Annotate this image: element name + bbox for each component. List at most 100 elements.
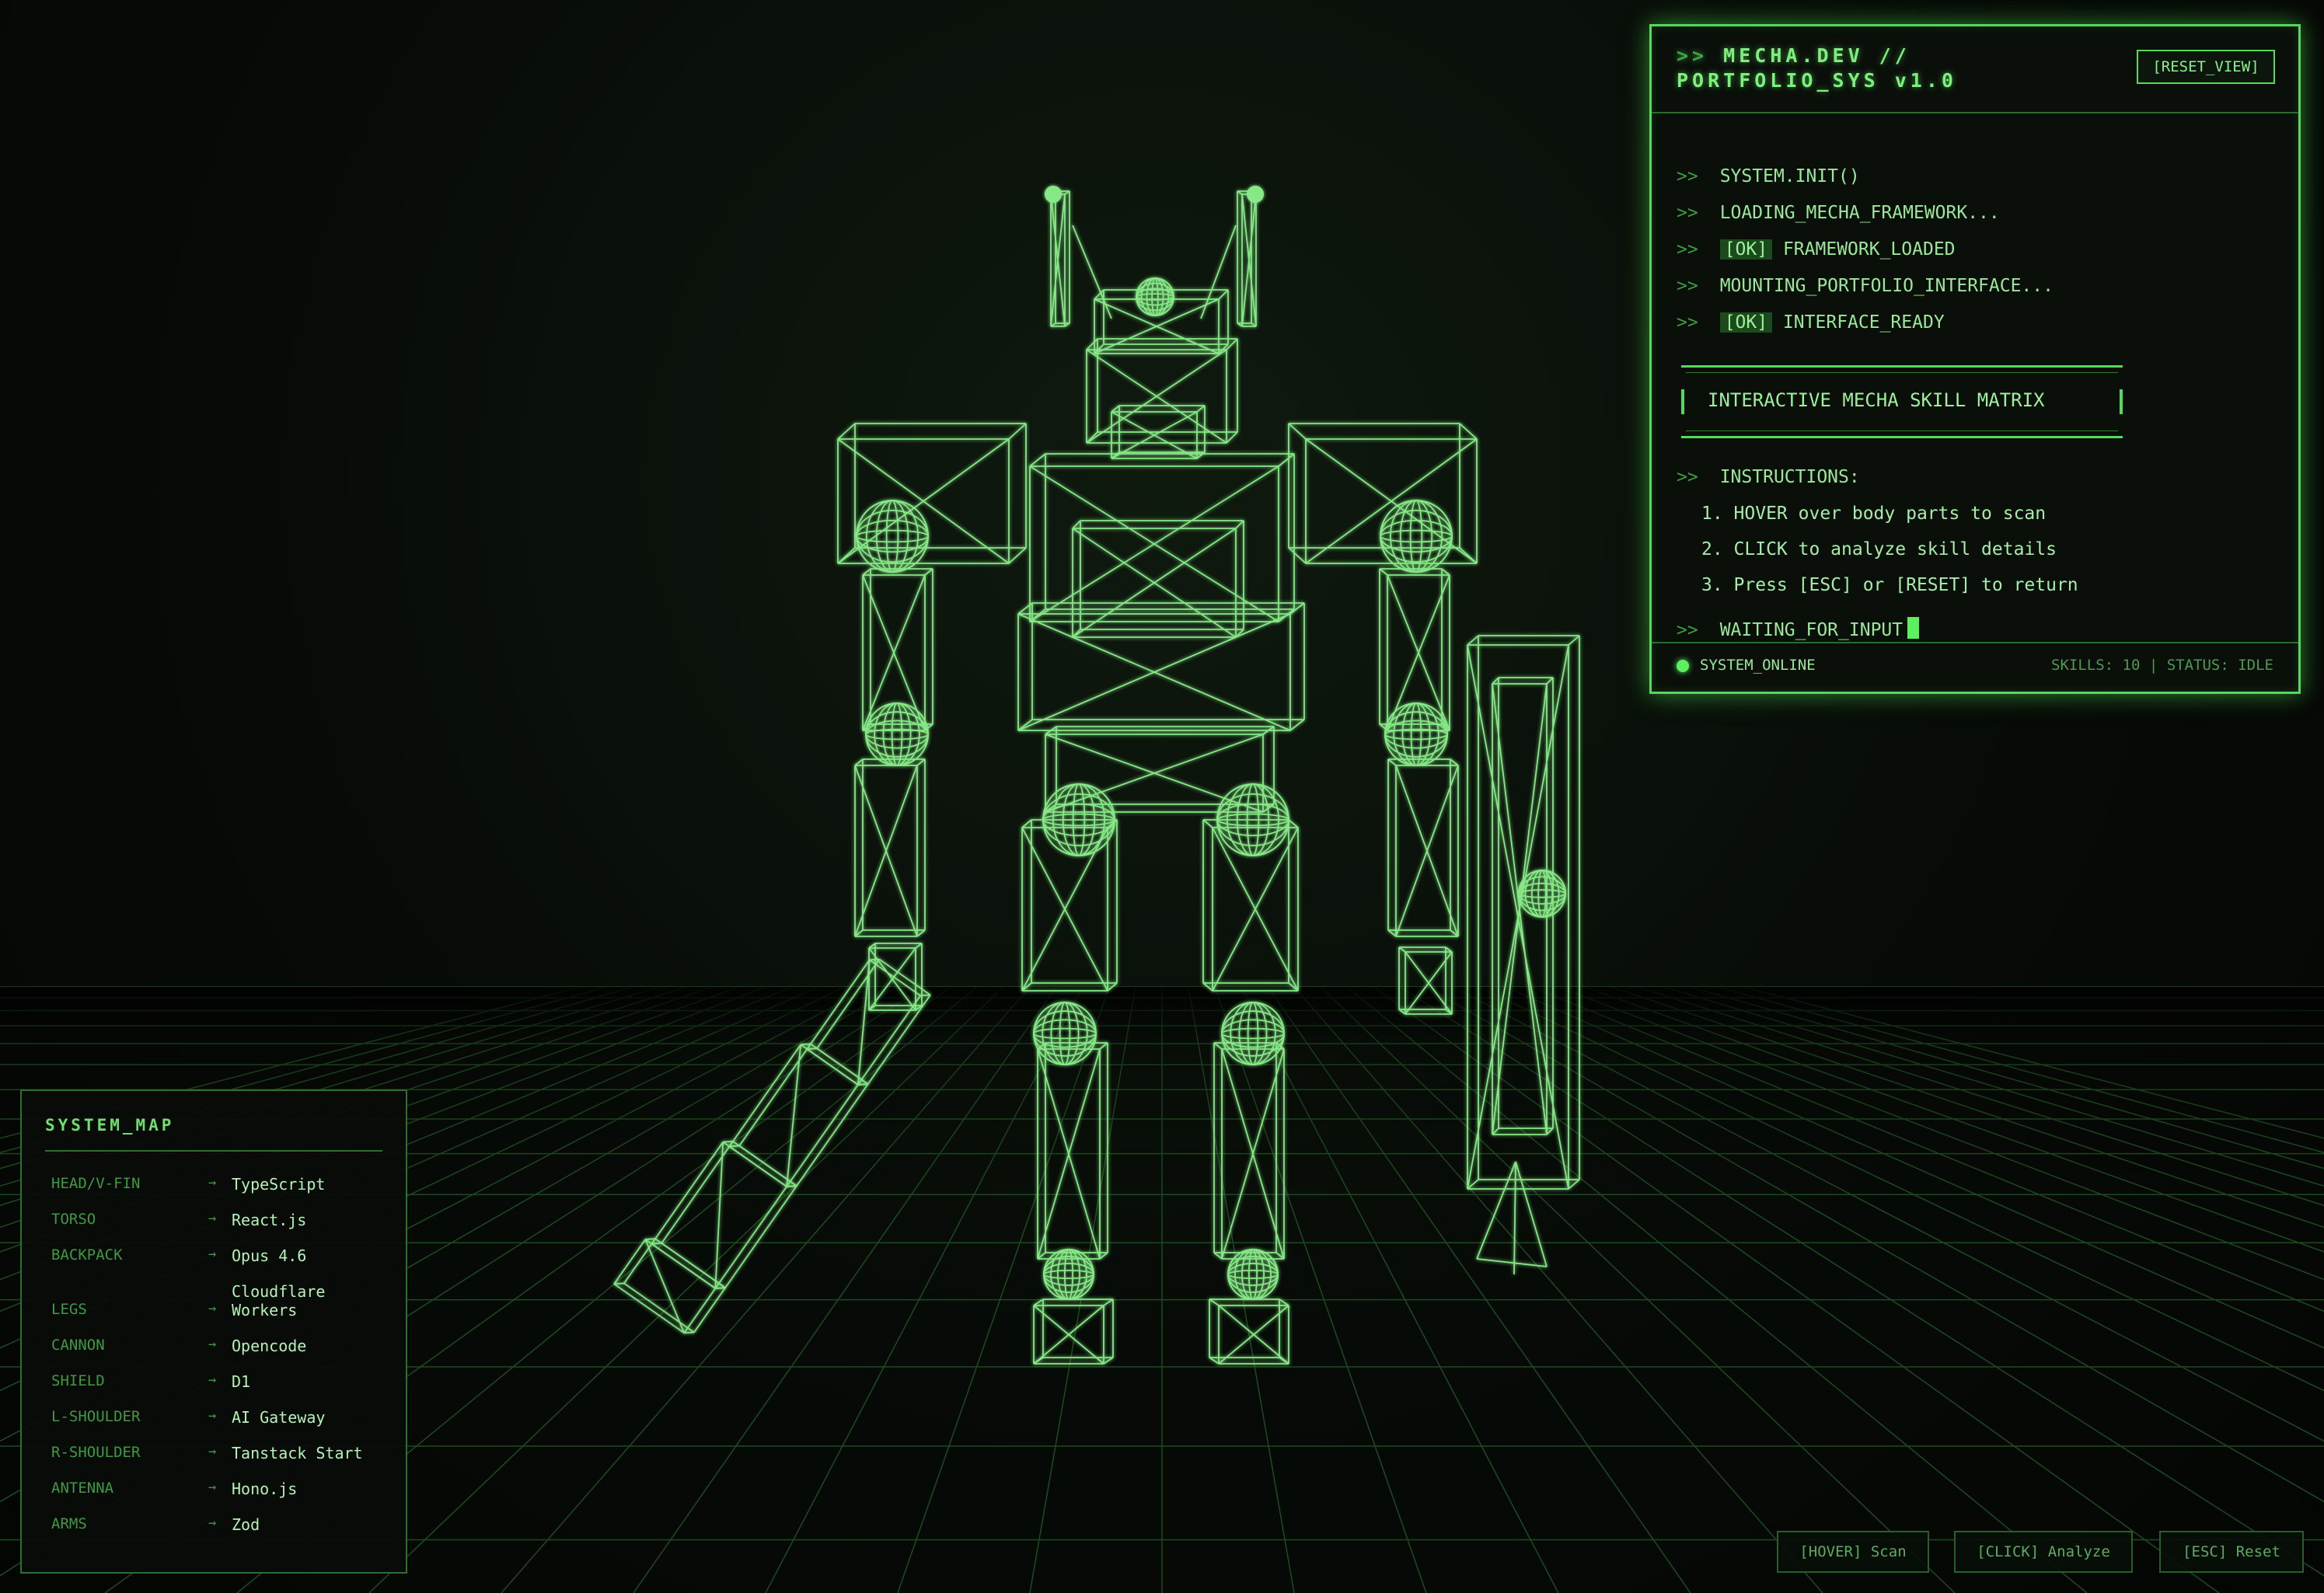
log-prompt: >> (1677, 203, 1698, 223)
joint-ring (1399, 500, 1433, 573)
log-text: FRAMEWORK_LOADED (1782, 239, 1956, 260)
torso-upper[interactable] (1029, 453, 1295, 622)
wire-line (1111, 405, 1120, 413)
arrow-right-icon: → (208, 1246, 217, 1262)
log-prompt: >> (1677, 276, 1698, 296)
log-line: >> MOUNTING_PORTFOLIO_INTERFACE... (1677, 274, 2054, 298)
system-online-status: SYSTEM_ONLINE (1700, 657, 1816, 674)
log-line: >> LOADING_MECHA_FRAMEWORK... (1677, 201, 2000, 225)
hover-scan-hint[interactable]: [HOVER] Scan (1777, 1531, 1929, 1573)
wire-line (1213, 1252, 1223, 1260)
log-line: >> [OK] FRAMEWORK_LOADED (1677, 238, 1956, 261)
wire-line (924, 568, 933, 576)
map-part-name: LEGS (51, 1301, 87, 1318)
left-thigh[interactable] (1021, 819, 1118, 992)
wire-line (1029, 453, 1046, 467)
wire-line (1099, 1252, 1108, 1260)
map-skill-name: AI Gateway (232, 1408, 326, 1427)
wire-line (1289, 719, 1305, 731)
wire-line (1289, 602, 1305, 615)
wire-line (1072, 520, 1081, 529)
reset-view-button[interactable]: [RESET_VIEW] (2137, 50, 2275, 84)
wire-line (1387, 929, 1397, 937)
shield-boss[interactable] (1518, 870, 1566, 918)
left-shoulder-joint[interactable] (856, 500, 929, 573)
wire-line (693, 1287, 726, 1333)
wire-line (1492, 677, 1499, 685)
map-part-name: SHIELD (51, 1372, 105, 1389)
joint-ring (856, 529, 929, 543)
map-part-name: CANNON (51, 1337, 105, 1354)
map-skill-name: Tanstack Start (232, 1444, 363, 1462)
wire-line (1288, 547, 1307, 564)
skill-matrix-label: INTERACTIVE MECHA SKILL MATRIX (1708, 389, 2045, 411)
ok-badge: [OK] (1719, 312, 1773, 333)
wire-line (1196, 405, 1206, 413)
system-map-title: SYSTEM_MAP (45, 1116, 175, 1135)
right-ankle[interactable] (1227, 1249, 1279, 1300)
esc-reset-hint[interactable]: [ESC] Reset (2159, 1531, 2304, 1573)
instruction-item: 1. HOVER over body parts to scan (1701, 504, 2047, 524)
joint-ring (1380, 509, 1453, 563)
terminal-title: >> MECHA.DEV // PORTFOLIO_SYS v1.0 (1677, 44, 2112, 93)
map-skill-name: Hono.js (232, 1480, 298, 1498)
wire-line (1467, 635, 1479, 646)
antenna-left[interactable] (1050, 190, 1070, 327)
right-elbow[interactable] (1384, 702, 1448, 766)
map-part-name: R-SHOULDER (51, 1444, 141, 1461)
right-foot[interactable] (1209, 1298, 1289, 1365)
skills-status: SKILLS: 10 | STATUS: IDLE (2051, 657, 2273, 674)
arrow-right-icon: → (208, 1337, 217, 1352)
arrow-right-icon: → (208, 1515, 217, 1531)
joint-ring (1409, 500, 1423, 573)
wire-line (1235, 520, 1244, 529)
log-prompt: >> (1677, 620, 1698, 640)
map-skill-name: Zod (232, 1515, 260, 1534)
left-ankle[interactable] (1043, 1249, 1094, 1300)
arrow-right-icon: → (208, 1175, 217, 1190)
divider (45, 1150, 382, 1152)
joint-ring (885, 500, 899, 573)
head[interactable] (1086, 338, 1238, 444)
log-prompt: >> (1677, 467, 1698, 487)
joint-ring (1380, 500, 1453, 573)
map-skill-name: Cloudflare Workers (232, 1282, 326, 1319)
click-analyze-hint[interactable]: [CLICK] Analyze (1954, 1531, 2133, 1573)
map-skill-name: Opencode (232, 1337, 307, 1355)
antenna-right[interactable] (1237, 190, 1257, 327)
wire-line (1226, 431, 1238, 444)
map-part-name: L-SHOULDER (51, 1408, 141, 1425)
wire-line (916, 929, 926, 937)
log-line: >> [OK] INTERFACE_READY (1677, 311, 1945, 334)
wire-line (1008, 547, 1027, 564)
right-shoulder-joint[interactable] (1380, 500, 1453, 573)
left-shoulder[interactable] (837, 423, 1027, 564)
wire-line (1568, 635, 1580, 646)
arrow-right-icon: → (208, 1372, 217, 1388)
map-skill-name: React.js (232, 1211, 307, 1229)
log-prompt: >> (1677, 166, 1698, 186)
right-forearm[interactable] (1387, 758, 1459, 937)
instruction-item: 2. CLICK to analyze skill details (1701, 539, 2057, 559)
left-upper-arm[interactable] (862, 568, 933, 731)
wire-line (1476, 1258, 1548, 1267)
wire-line (623, 1238, 656, 1284)
title-prompt: >> (1677, 44, 1708, 67)
head-sensor[interactable] (1136, 277, 1174, 316)
wire-line (1546, 677, 1554, 685)
log-text: LOADING_MECHA_FRAMEWORK... (1719, 203, 2000, 223)
system-map-panel: SYSTEM_MAP HEAD/V-FIN → TypeScript TORSO → R… (20, 1089, 407, 1574)
wire-line (862, 568, 871, 576)
joint-ring (875, 500, 909, 573)
arrow-right-icon: → (208, 1444, 217, 1459)
joint-ring (1380, 529, 1453, 543)
map-part-name: ARMS (51, 1515, 87, 1532)
left-foot[interactable] (1033, 1298, 1114, 1365)
wire-line (1441, 568, 1450, 576)
instructions-title: INSTRUCTIONS: (1719, 467, 1860, 487)
title-text: MECHA.DEV // PORTFOLIO_SYS v1.0 (1677, 44, 1957, 92)
left-elbow[interactable] (865, 702, 929, 766)
arrow-right-icon: → (208, 1211, 217, 1226)
map-part-name: BACKPACK (51, 1246, 123, 1264)
left-forearm[interactable] (854, 758, 926, 937)
